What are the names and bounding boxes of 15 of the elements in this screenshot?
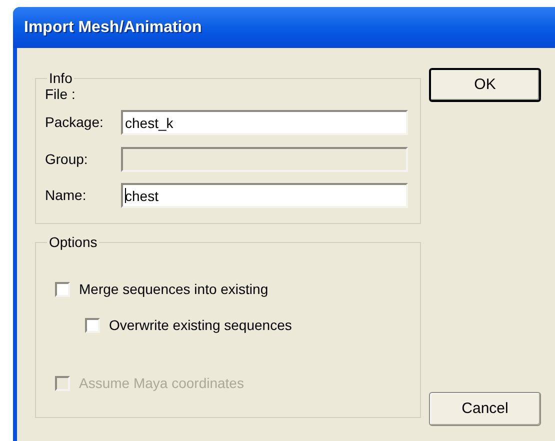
field-label: Group: <box>45 150 89 169</box>
file-label: File : <box>45 86 76 102</box>
field-label: Name: <box>45 186 88 206</box>
dialog-button[interactable]: OK <box>429 68 541 102</box>
field-label: Package: <box>45 113 104 132</box>
checkbox[interactable] <box>85 318 100 332</box>
checkbox[interactable] <box>55 282 70 296</box>
group-label: Info <box>48 70 74 86</box>
text-field[interactable]: chest_k <box>121 110 408 135</box>
dialog-button[interactable]: Cancel <box>429 392 541 426</box>
checkbox-option[interactable]: Merge sequences into existing <box>55 280 268 298</box>
group-label: Options <box>48 234 98 250</box>
text-field[interactable]: chest <box>121 183 408 208</box>
window-title: Import Mesh/Animation <box>24 18 202 38</box>
checkbox-option[interactable]: Overwrite existing sequences <box>85 316 292 334</box>
